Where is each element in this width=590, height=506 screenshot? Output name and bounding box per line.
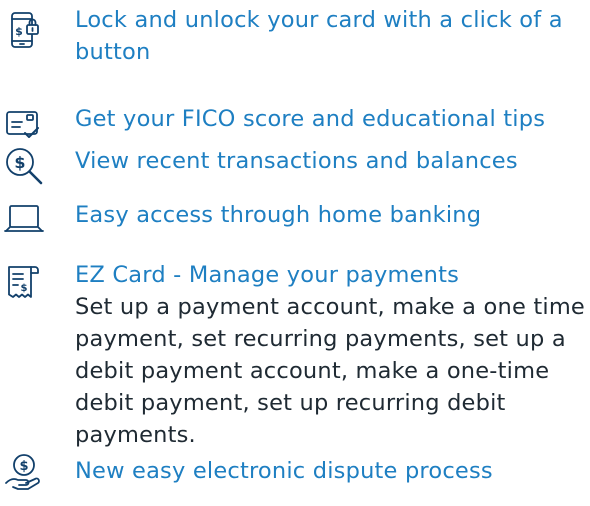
svg-text:$: $ <box>21 283 28 294</box>
svg-text:$: $ <box>15 25 23 38</box>
hand-dollar-icon: $ <box>4 452 44 492</box>
svg-text:$: $ <box>14 153 25 172</box>
feature-title: Easy access through home banking <box>75 202 482 228</box>
feature-title: New easy electronic dispute process <box>75 458 493 484</box>
magnifier-dollar-icon: $ <box>4 146 44 186</box>
feature-description: Set up a payment account, make a one tim… <box>75 294 585 448</box>
feature-title: Lock and unlock your card with a click o… <box>75 7 563 65</box>
credit-score-card-icon <box>4 105 44 145</box>
svg-text:$: $ <box>19 459 28 474</box>
laptop-icon <box>4 197 44 237</box>
receipt-dollar-icon: $ <box>4 263 44 303</box>
feature-title: EZ Card - Manage your payments <box>75 262 460 288</box>
feature-title: Get your FICO score and educational tips <box>75 106 546 132</box>
feature-title: View recent transactions and balances <box>75 148 518 174</box>
phone-lock-icon: $ <box>4 10 44 50</box>
